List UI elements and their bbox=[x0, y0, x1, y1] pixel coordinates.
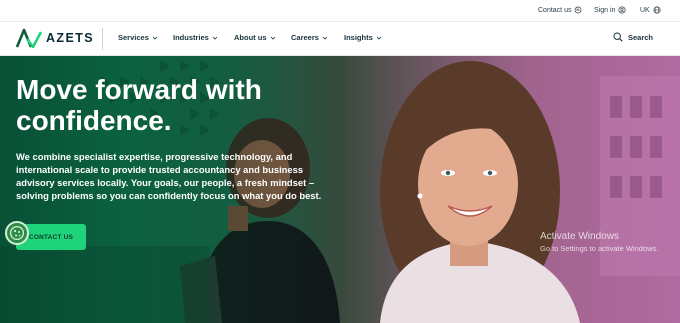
azets-logo-mark-icon bbox=[16, 28, 42, 48]
sign-in-link[interactable]: Sign in bbox=[594, 6, 626, 14]
region-selector[interactable]: UK bbox=[640, 6, 661, 14]
contact-us-label: Contact us bbox=[538, 6, 572, 14]
nav-about-us-label: About us bbox=[234, 33, 267, 42]
sign-in-label: Sign in bbox=[594, 6, 616, 14]
hero-headline: Move forward with confidence. bbox=[16, 74, 262, 136]
hero-description: We combine specialist expertise, progres… bbox=[16, 151, 322, 201]
azets-logo[interactable]: AZETS bbox=[16, 28, 94, 48]
chat-icon bbox=[575, 6, 582, 14]
search-label: Search bbox=[628, 32, 654, 42]
contact-us-button-label: CONTACT US bbox=[28, 233, 74, 241]
brand-name: AZETS bbox=[46, 31, 94, 45]
region-label: UK bbox=[640, 6, 650, 14]
chevron-down-icon bbox=[212, 36, 218, 40]
cookie-settings-button[interactable] bbox=[5, 221, 29, 245]
search-button[interactable]: Search bbox=[613, 32, 653, 42]
main-navigation: AZETS Services Industries About us Caree… bbox=[0, 22, 680, 56]
nav-careers[interactable]: Careers bbox=[291, 33, 328, 42]
windows-activation-watermark: Activate Windows Go to Settings to activ… bbox=[540, 231, 658, 253]
nav-insights[interactable]: Insights bbox=[344, 33, 382, 42]
logo-divider bbox=[102, 28, 103, 50]
chevron-down-icon bbox=[270, 36, 275, 40]
nav-about-us[interactable]: About us bbox=[234, 33, 276, 42]
cookie-icon bbox=[9, 225, 25, 241]
chevron-down-icon bbox=[152, 36, 158, 40]
user-icon bbox=[618, 6, 626, 14]
contact-us-link[interactable]: Contact us bbox=[538, 6, 582, 14]
chevron-down-icon bbox=[322, 36, 328, 40]
watermark-title: Activate Windows bbox=[540, 231, 619, 242]
nav-careers-label: Careers bbox=[291, 33, 319, 42]
nav-industries-label: Industries bbox=[173, 33, 209, 42]
watermark-subtitle: Go to Settings to activate Windows. bbox=[540, 244, 659, 253]
chevron-down-icon bbox=[376, 36, 382, 40]
nav-insights-label: Insights bbox=[344, 33, 373, 42]
utility-bar: Contact us Sign in UK bbox=[0, 0, 680, 22]
nav-services[interactable]: Services bbox=[118, 33, 158, 42]
globe-icon bbox=[653, 6, 661, 14]
search-icon bbox=[613, 32, 623, 42]
nav-industries[interactable]: Industries bbox=[173, 33, 218, 42]
nav-services-label: Services bbox=[118, 33, 149, 42]
